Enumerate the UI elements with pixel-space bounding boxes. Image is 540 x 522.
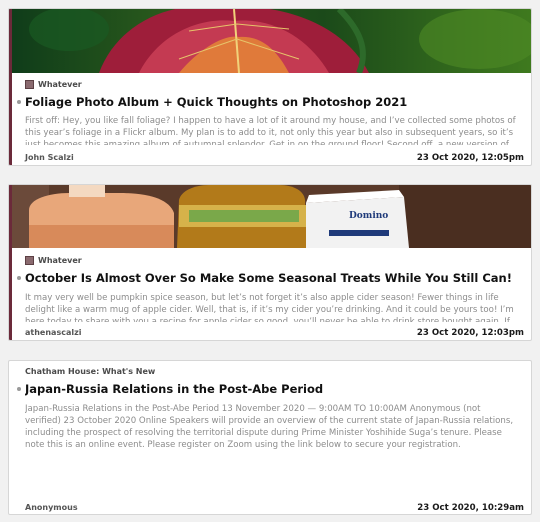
article-title[interactable]: Japan-Russia Relations in the Post-Abe P…	[25, 382, 519, 396]
feed-source-name: Whatever	[38, 256, 82, 265]
feed-source: Chatham House: What's New	[25, 367, 155, 376]
feed-source-name: Whatever	[38, 80, 82, 89]
article-image-foliage	[9, 9, 531, 73]
article-summary: Japan-Russia Relations in the Post-Abe P…	[25, 404, 514, 450]
article-author: Anonymous	[25, 503, 78, 512]
article-card[interactable]: Domino Whatever October Is Almost Over S…	[8, 184, 532, 341]
article-card[interactable]: Chatham House: What's New Japan-Russia R…	[8, 360, 532, 515]
feed-favicon-icon	[25, 256, 34, 265]
article-date: 23 Oct 2020, 12:03pm	[416, 328, 524, 338]
article-author: athenascalzi	[25, 328, 82, 337]
article-summary: It may very well be pumpkin spice season…	[25, 293, 514, 322]
unread-dot-icon	[17, 387, 21, 391]
feed-source: Whatever	[25, 256, 82, 265]
article-title[interactable]: October Is Almost Over So Make Some Seas…	[25, 271, 519, 285]
article-date: 23 Oct 2020, 10:29am	[417, 503, 524, 513]
svg-text:Domino: Domino	[349, 211, 388, 221]
unread-dot-icon	[17, 276, 21, 280]
article-date: 23 Oct 2020, 12:05pm	[416, 153, 524, 163]
feed-favicon-icon	[25, 80, 34, 89]
article-title[interactable]: Foliage Photo Album + Quick Thoughts on …	[25, 95, 519, 109]
article-author: John Scalzi	[25, 153, 74, 162]
feed-source: Whatever	[25, 80, 82, 89]
feed-source-name: Chatham House: What's New	[25, 367, 156, 376]
article-card[interactable]: Whatever Foliage Photo Album + Quick Tho…	[8, 8, 532, 166]
article-summary: First off: Hey, you like fall foliage? I…	[25, 116, 516, 145]
unread-dot-icon	[17, 100, 21, 104]
article-image-cider: Domino	[9, 185, 531, 248]
